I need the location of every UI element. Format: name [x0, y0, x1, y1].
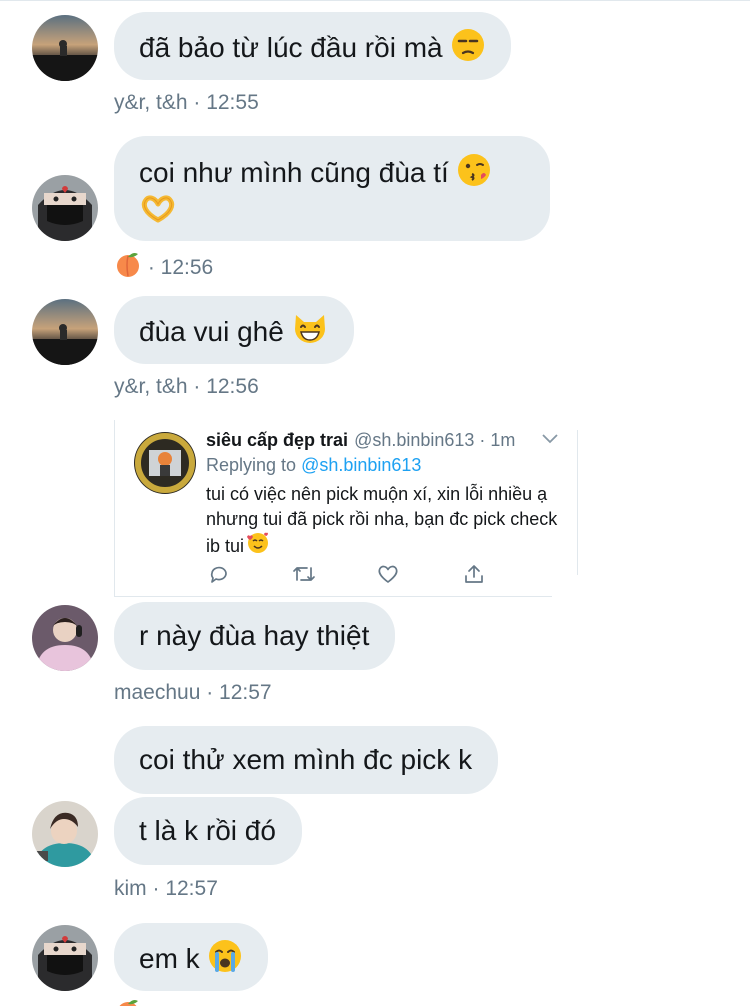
- avatar-teal-hair[interactable]: [32, 801, 98, 867]
- kissing-face-icon: [457, 153, 491, 187]
- tweet-author-name[interactable]: siêu cấp đẹp trai: [206, 430, 348, 450]
- avatar-pink-jacket[interactable]: [32, 605, 98, 671]
- tweet-replying-to: Replying to @sh.binbin613: [206, 455, 422, 475]
- chevron-down-icon[interactable]: [541, 432, 559, 450]
- avatar-masked[interactable]: [32, 175, 98, 241]
- reply-icon[interactable]: [208, 563, 230, 585]
- avatar-sunset[interactable]: [32, 15, 98, 81]
- message-meta: kim · 12:57: [114, 877, 218, 900]
- avatar-sunset[interactable]: [32, 299, 98, 365]
- message-text: đã bảo từ lúc đầu rồi mà: [139, 32, 443, 63]
- tweet-header: siêu cấp đẹp trai @sh.binbin613 · 1m: [206, 430, 515, 451]
- share-icon[interactable]: [463, 563, 485, 585]
- like-icon[interactable]: [377, 563, 399, 585]
- tweet-card-border: [577, 430, 578, 575]
- message-bubble[interactable]: r này đùa hay thiệt: [114, 602, 396, 670]
- message-bubble[interactable]: coi thử xem mình đc pick k: [114, 726, 499, 794]
- heart-hands-icon: [139, 195, 177, 223]
- message-meta-partial: [114, 998, 142, 1006]
- message-bubble[interactable]: em k: [114, 923, 268, 991]
- message-bubble[interactable]: đã bảo từ lúc đầu rồi mà: [114, 12, 511, 80]
- mention-link[interactable]: @sh.binbin613: [301, 455, 421, 475]
- message-meta: y&r, t&h · 12:56: [114, 375, 259, 398]
- message-meta: y&r, t&h · 12:55: [114, 91, 259, 114]
- tweet-text: tui có việc nên pick muộn xí, xin lỗi nh…: [206, 484, 558, 556]
- retweet-icon[interactable]: [292, 563, 316, 585]
- message-bubble[interactable]: đùa vui ghê: [114, 296, 354, 364]
- message-text: em k: [139, 943, 200, 974]
- grinning-cat-icon: [292, 312, 328, 346]
- unamused-face-icon: [451, 28, 485, 62]
- message-text: t là k rồi đó: [139, 815, 276, 846]
- peach-icon: [114, 251, 142, 279]
- tweet-author-avatar[interactable]: [134, 432, 196, 494]
- smiling-face-with-hearts-icon: [246, 531, 270, 555]
- message-text: coi thử xem mình đc pick k: [139, 744, 473, 775]
- message-meta: · 12:56: [114, 251, 213, 280]
- message-bubble[interactable]: t là k rồi đó: [114, 797, 302, 865]
- message-text: đùa vui ghê: [139, 316, 284, 347]
- loudly-crying-face-icon: [208, 939, 242, 973]
- message-text: coi như mình cũng đùa tí: [139, 157, 449, 188]
- avatar-masked[interactable]: [32, 925, 98, 991]
- tweet-handle-time: @sh.binbin613 · 1m: [354, 430, 516, 450]
- message-text: r này đùa hay thiệt: [139, 620, 370, 651]
- peach-icon: [114, 998, 142, 1006]
- message-bubble[interactable]: coi như mình cũng đùa tí: [114, 136, 550, 241]
- top-divider: [0, 0, 750, 1]
- message-meta: maechuu · 12:57: [114, 681, 272, 704]
